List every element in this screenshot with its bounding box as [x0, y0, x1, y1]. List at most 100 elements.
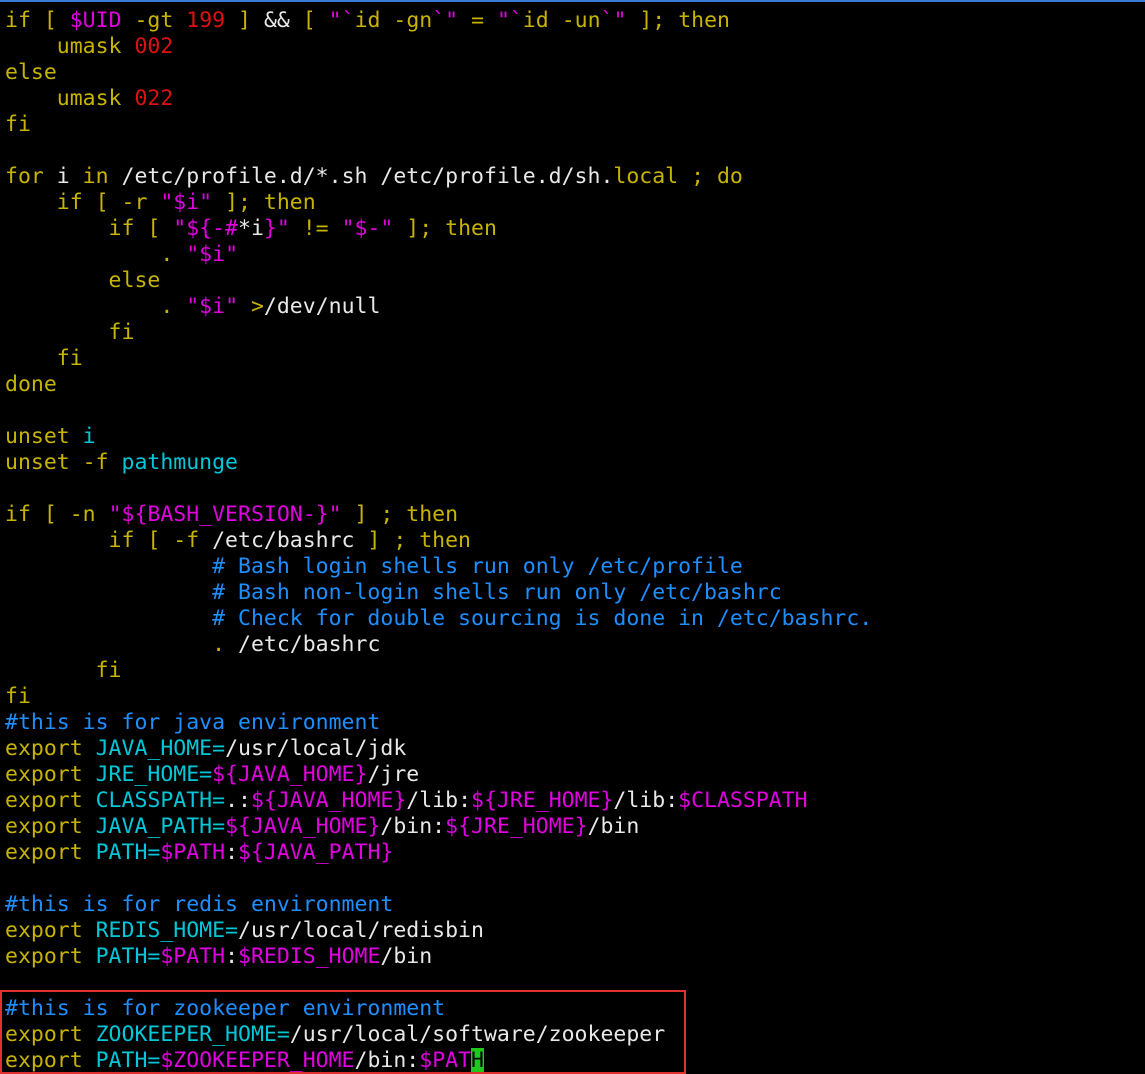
code-token: CLASSPATH= — [95, 788, 226, 813]
code-token: ${JAVA_HOME} — [225, 814, 381, 839]
code-token: 199 — [186, 8, 226, 33]
code-token: "` — [328, 8, 355, 33]
code-line: umask 002 — [5, 34, 1145, 60]
code-token: /etc/bashrc — [238, 632, 381, 657]
code-token: ; do — [691, 164, 743, 189]
code-token: if [ -f — [5, 528, 213, 553]
code-token: pathmunge — [121, 450, 239, 475]
code-line: done — [5, 372, 1145, 398]
code-line: if [ $UID -gt 199 ] && [ "`id -gn`" = "`… — [5, 8, 1145, 34]
code-token: /etc/bashrc — [212, 528, 355, 553]
code-line: export PATH=$ZOOKEEPER_HOME/bin:$PATH — [5, 1048, 1145, 1074]
code-token: for — [5, 164, 57, 189]
code-token: > — [250, 294, 264, 319]
code-token: unset -f — [5, 450, 122, 475]
code-token: : — [225, 944, 239, 969]
code-token: "$i" — [186, 294, 239, 319]
code-token: fi — [5, 684, 31, 709]
code-token: $ZOOKEEPER_HOME — [160, 1048, 355, 1073]
code-line: . "$i" >/dev/null — [5, 294, 1145, 320]
code-line: unset -f pathmunge — [5, 450, 1145, 476]
code-token: `" — [600, 8, 627, 33]
code-token: /lib: — [613, 788, 679, 813]
code-token: 002 — [134, 34, 174, 59]
code-token: export — [5, 918, 96, 943]
code-line: unset i — [5, 424, 1145, 450]
code-token: ]; then — [212, 190, 316, 215]
code-token: umask — [5, 86, 135, 111]
code-token: done — [5, 372, 57, 397]
code-token: /lib: — [406, 788, 472, 813]
code-token: "$i" — [186, 242, 239, 267]
code-token: != — [289, 216, 342, 241]
code-token: -gt — [121, 8, 187, 33]
code-line: export JAVA_PATH=${JAVA_HOME}/bin:${JRE_… — [5, 814, 1145, 840]
code-token: i — [82, 424, 96, 449]
code-token: = — [458, 8, 497, 33]
code-token: *i — [238, 216, 264, 241]
code-line: export JRE_HOME=${JAVA_HOME}/jre — [5, 762, 1145, 788]
code-token: ] ; then — [341, 502, 459, 527]
code-token: . — [160, 242, 187, 267]
code-token: /bin: — [354, 1048, 420, 1073]
code-line: # Check for double sourcing is done in /… — [5, 606, 1145, 632]
code-token: && — [263, 8, 290, 33]
code-token: $PAT — [419, 1048, 472, 1073]
code-token: # Bash login shells run only /etc/profil… — [5, 554, 743, 579]
code-token: else — [5, 60, 57, 85]
code-token: id -gn — [354, 8, 433, 33]
code-token: i — [56, 164, 83, 189]
code-token: ${JRE_HOME} — [471, 788, 614, 813]
code-token: JRE_HOME= — [95, 762, 213, 787]
code-token: /bin: — [380, 814, 446, 839]
code-line: umask 022 — [5, 86, 1145, 112]
code-line: export PATH=$PATH:$REDIS_HOME/bin — [5, 944, 1145, 970]
code-token: /usr/local/software/zookeeper — [289, 1022, 666, 1047]
code-token: /etc/profile.d/*.sh /etc/profile.d/sh. — [121, 164, 614, 189]
code-token: /usr/local/jdk — [225, 736, 407, 761]
code-token: export — [5, 814, 96, 839]
code-token: export — [5, 944, 96, 969]
code-token: if [ -n — [5, 502, 109, 527]
code-token: ]; then — [393, 216, 497, 241]
code-token: $UID — [69, 8, 122, 33]
code-token: /jre — [367, 762, 420, 787]
code-line: export REDIS_HOME=/usr/local/redisbin — [5, 918, 1145, 944]
code-line: export CLASSPATH=.:${JAVA_HOME}/lib:${JR… — [5, 788, 1145, 814]
code-token: fi — [5, 346, 83, 371]
code-token: [ — [289, 8, 329, 33]
code-token: else — [5, 268, 161, 293]
code-token: /dev/null — [263, 294, 381, 319]
code-line: #this is for java environment — [5, 710, 1145, 736]
code-token: /usr/local/redisbin — [238, 918, 484, 943]
code-token: "` — [496, 8, 523, 33]
code-token: $CLASSPATH — [678, 788, 808, 813]
terminal-editor[interactable]: if [ $UID -gt 199 ] && [ "`id -gn`" = "`… — [0, 0, 1145, 1074]
code-token: }" — [263, 216, 290, 241]
code-token: fi — [5, 320, 135, 345]
code-token: JAVA_PATH= — [95, 814, 226, 839]
code-token: $PATH — [160, 840, 226, 865]
code-token: /bin — [587, 814, 640, 839]
code-line: if [ "${-#*i}" != "$-" ]; then — [5, 216, 1145, 242]
code-token: ] — [225, 8, 264, 33]
code-token: in — [82, 164, 122, 189]
code-token: id -un — [522, 8, 601, 33]
code-token: if [ — [5, 216, 174, 241]
code-token: ZOOKEEPER_HOME= — [95, 1022, 290, 1047]
code-line: for i in /etc/profile.d/*.sh /etc/profil… — [5, 164, 1145, 190]
code-line: else — [5, 268, 1145, 294]
code-token: ${JAVA_HOME} — [212, 762, 368, 787]
code-token: 022 — [134, 86, 174, 111]
text-cursor: H — [471, 1048, 484, 1073]
code-token: JAVA_HOME= — [95, 736, 226, 761]
code-line: fi — [5, 112, 1145, 138]
code-line: # Bash login shells run only /etc/profil… — [5, 554, 1145, 580]
code-token: . — [160, 294, 187, 319]
code-token: fi — [5, 112, 31, 137]
